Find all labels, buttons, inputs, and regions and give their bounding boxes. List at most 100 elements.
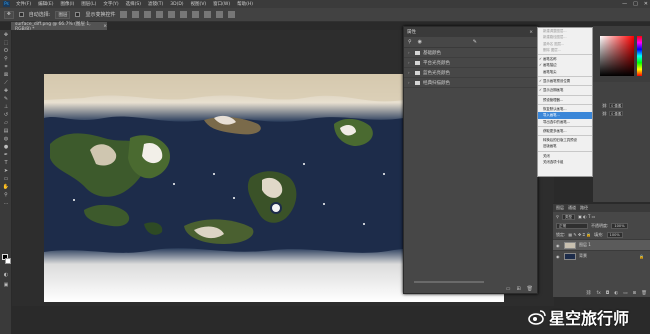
eyedropper-tool-icon[interactable]: ⟋: [2, 80, 10, 86]
height-field[interactable]: 0 像素: [609, 110, 624, 116]
context-menu-item[interactable]: 获取更多画笔...: [538, 128, 592, 134]
chevron-right-icon[interactable]: ›: [408, 60, 412, 65]
tab-layers[interactable]: 图层: [556, 205, 564, 211]
new-icon[interactable]: ⊞: [516, 286, 520, 292]
link-icon[interactable]: ⛓: [602, 103, 607, 108]
adjustment-icon[interactable]: ◐: [614, 291, 618, 296]
path-select-tool-icon[interactable]: ➤: [2, 168, 10, 174]
tab-paths[interactable]: 路径: [580, 205, 588, 211]
align-top-icon[interactable]: [156, 11, 164, 18]
tab-channels[interactable]: 通道: [568, 205, 576, 211]
color-swatches[interactable]: [2, 254, 12, 266]
list-item[interactable]: › 经典扫描颜色: [404, 78, 537, 88]
distribute-icon[interactable]: [192, 11, 200, 18]
panel-close-icon[interactable]: ×: [529, 30, 533, 35]
maximize-icon[interactable]: □: [633, 1, 638, 7]
align-center-icon[interactable]: [132, 11, 140, 18]
move-tool-preset-button[interactable]: ✥: [4, 10, 14, 19]
dodge-tool-icon[interactable]: ●: [2, 144, 10, 150]
hue-slider[interactable]: [637, 36, 642, 76]
chevron-right-icon[interactable]: ›: [408, 70, 412, 75]
show-transform-checkbox[interactable]: [75, 12, 81, 17]
list-item[interactable]: › 蓝色光亮颜色: [404, 68, 537, 78]
menu-item-window[interactable]: 窗口(W): [213, 1, 230, 7]
blur-tool-icon[interactable]: ◍: [2, 136, 10, 142]
menu-item-type[interactable]: 文字(Y): [103, 1, 118, 7]
trash-icon[interactable]: 🗑: [527, 286, 533, 292]
eraser-tool-icon[interactable]: ▱: [2, 120, 10, 126]
hand-tool-icon[interactable]: ✋: [2, 184, 10, 190]
chevron-right-icon[interactable]: ›: [408, 80, 412, 85]
distribute-v-icon[interactable]: [216, 11, 224, 18]
context-menu-item[interactable]: 显示画笔预设位置: [538, 78, 592, 85]
group-icon[interactable]: ▭: [623, 291, 627, 296]
background-color-swatch[interactable]: [5, 258, 11, 264]
kind-filter-dropdown[interactable]: 类型: [561, 213, 576, 220]
lock-icons[interactable]: ▦ ✎ ✥ ⌗ 🔒: [568, 232, 591, 237]
close-icon[interactable]: ✕: [644, 1, 648, 7]
align-middle-icon[interactable]: [168, 11, 176, 18]
chevron-right-icon[interactable]: ›: [408, 50, 412, 55]
auto-select-dropdown[interactable]: 图层: [55, 10, 71, 19]
frame-tool-icon[interactable]: ⊠: [2, 72, 10, 78]
healing-brush-tool-icon[interactable]: ✚: [2, 88, 10, 94]
marquee-tool-icon[interactable]: ⬚: [2, 40, 10, 46]
context-menu-item[interactable]: 导出选中的画笔...: [538, 119, 592, 125]
visibility-eye-icon[interactable]: ◉: [556, 243, 561, 248]
more-tools-icon[interactable]: …: [2, 200, 10, 206]
context-menu-item[interactable]: 显示近期画笔: [538, 87, 592, 94]
list-item[interactable]: › 基础颜色: [404, 48, 537, 58]
preview-toggle-icon[interactable]: ◉: [418, 39, 422, 45]
distribute-h-icon[interactable]: [204, 11, 212, 18]
document-close-icon[interactable]: ×: [103, 24, 107, 29]
menu-item-filter[interactable]: 滤镜(T): [148, 1, 163, 7]
color-picker-field[interactable]: [600, 36, 634, 76]
brush-tool-icon[interactable]: ✎: [2, 96, 10, 102]
edit-icon[interactable]: ✎: [473, 39, 477, 45]
size-slider[interactable]: [414, 281, 484, 283]
context-menu-item[interactable]: 删除 图层...: [538, 47, 592, 53]
layer-row[interactable]: ◉ 背景 🔒: [553, 250, 650, 261]
fx-icon[interactable]: fx: [596, 291, 600, 296]
auto-align-icon[interactable]: [228, 11, 236, 18]
mask-icon[interactable]: ◘: [606, 291, 610, 296]
stamp-tool-icon[interactable]: ⊥: [2, 104, 10, 110]
menu-item-3d[interactable]: 3D(D): [170, 2, 183, 7]
document-tab[interactable]: surface_diff.png @ 66.7% (图层 1, RGB/8) *…: [11, 22, 107, 32]
pen-tool-icon[interactable]: ✒: [2, 152, 10, 158]
align-bottom-icon[interactable]: [180, 11, 188, 18]
opacity-field[interactable]: 100%: [611, 222, 628, 229]
menu-item-file[interactable]: 文件(F): [16, 1, 31, 7]
minimize-icon[interactable]: —: [622, 1, 627, 7]
auto-select-checkbox[interactable]: [18, 12, 24, 17]
link-icon[interactable]: ⛓: [602, 111, 607, 116]
menu-item-image[interactable]: 图像(I): [60, 1, 74, 7]
context-menu-item[interactable]: 画笔笔尖: [538, 69, 592, 75]
width-field[interactable]: 0 像素: [609, 102, 624, 108]
search-icon[interactable]: ⚲: [408, 39, 412, 45]
filter-icons[interactable]: ▣ ◐ T ▭: [578, 214, 595, 219]
type-tool-icon[interactable]: T: [2, 160, 10, 166]
trash-icon[interactable]: 🗑: [641, 291, 647, 296]
history-brush-tool-icon[interactable]: ↺: [2, 112, 10, 118]
context-menu-item[interactable]: 旧版画笔: [538, 143, 592, 149]
quick-select-tool-icon[interactable]: ⚲: [2, 56, 10, 62]
gradient-tool-icon[interactable]: ▤: [2, 128, 10, 134]
lasso-tool-icon[interactable]: ʘ: [2, 48, 10, 54]
new-layer-icon[interactable]: ⊞: [633, 291, 637, 296]
shape-tool-icon[interactable]: ▭: [2, 176, 10, 182]
zoom-tool-icon[interactable]: ⚲: [2, 192, 10, 198]
blend-mode-dropdown[interactable]: 正常: [556, 222, 588, 229]
align-left-icon[interactable]: [120, 11, 128, 18]
menu-item-view[interactable]: 视图(V): [191, 1, 207, 7]
menu-item-edit[interactable]: 编辑(E): [38, 1, 53, 7]
move-tool-icon[interactable]: ✥: [2, 32, 10, 38]
screen-mode-icon[interactable]: ▣: [2, 282, 10, 288]
list-item[interactable]: › 平台光亮颜色: [404, 58, 537, 68]
menu-item-layer[interactable]: 图层(L): [81, 1, 96, 7]
link-layers-icon[interactable]: ⛓: [586, 291, 592, 296]
visibility-eye-icon[interactable]: ◉: [556, 254, 561, 259]
layer-row[interactable]: ◉ 图层 1: [553, 239, 650, 250]
align-right-icon[interactable]: [144, 11, 152, 18]
context-menu-item[interactable]: 关闭选项卡组: [538, 159, 592, 165]
